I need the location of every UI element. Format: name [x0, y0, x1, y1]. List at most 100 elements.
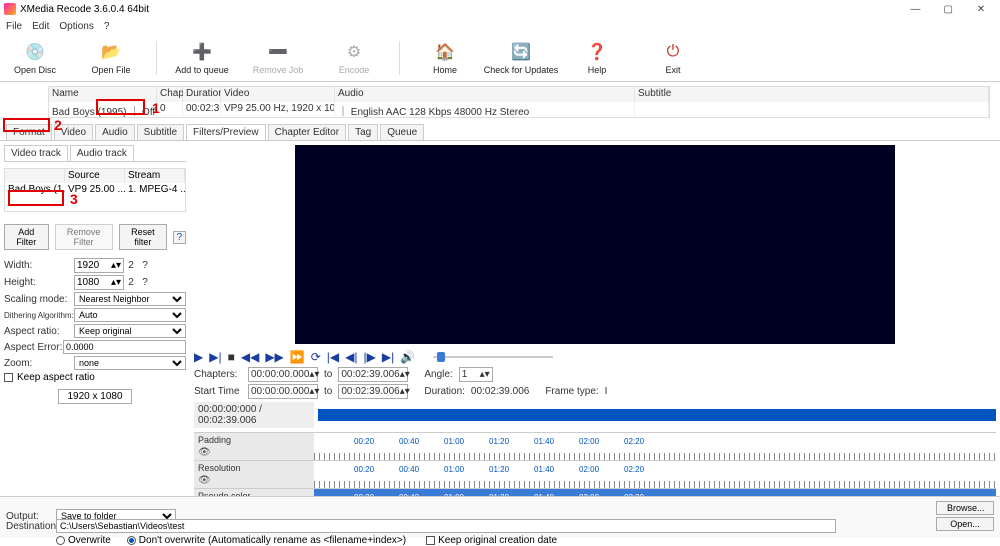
stop-icon[interactable]: ■ [228, 350, 235, 364]
height-input[interactable]: 1080▴▾ [74, 275, 124, 290]
tab-queue[interactable]: Queue [380, 124, 424, 140]
help-button[interactable]: ❓Help [566, 41, 628, 75]
video-preview[interactable] [295, 145, 895, 344]
power-icon: ⏻ [662, 41, 684, 63]
sub-tabs: Video track Audio track [4, 145, 186, 162]
scaling-select[interactable]: Nearest Neighbor [74, 292, 186, 306]
track-row[interactable]: Bad Boys (1... VP9 25.00 ... 1. MPEG-4 .… [5, 183, 185, 197]
refresh-icon: 🔄 [510, 41, 532, 63]
chapter-from[interactable]: 00:00:00.000▴▾ [248, 367, 318, 382]
window-title: XMedia Recode 3.6.0.4 64bit [20, 4, 149, 15]
overwrite-radio[interactable]: Overwrite [56, 535, 111, 546]
track-table: Source Stream Bad Boys (1... VP9 25.00 .… [4, 168, 186, 212]
mark-in-icon[interactable]: |◀ [327, 350, 339, 364]
mark-out-icon[interactable]: ▶| [382, 350, 394, 364]
main-tabs: Format Video Audio Subtitle Filters/Prev… [0, 122, 1000, 141]
titlebar: XMedia Recode 3.6.0.4 64bit — ▢ ✕ [0, 0, 1000, 18]
tab-chapter-editor[interactable]: Chapter Editor [268, 124, 346, 140]
dont-overwrite-radio[interactable]: Don't overwrite (Automatically rename as… [127, 535, 406, 546]
col-sub[interactable]: Subtitle [635, 87, 989, 102]
keep-aspect-checkbox[interactable] [4, 373, 13, 382]
time-bar[interactable]: 00:00:00:000 / 00:02:39.006 [194, 402, 996, 428]
left-pane: Video track Audio track Source Stream Ba… [0, 141, 190, 521]
remove-filter-button[interactable]: Remove Filter [55, 224, 113, 250]
tab-tag[interactable]: Tag [348, 124, 378, 140]
tab-format[interactable]: Format [6, 124, 52, 140]
menu-options[interactable]: Options [59, 21, 93, 32]
property-grid: Width:1920▴▾2? Height:1080▴▾2? Scaling m… [4, 258, 186, 404]
annot-num-2: 2 [54, 117, 62, 133]
playback-controls: ▶ ▶| ■ ◀◀ ▶▶ ⏩ ⟳ |◀ ◀| |▶ ▶| 🔊 [194, 348, 996, 366]
col-chap[interactable]: Chap. [157, 87, 183, 102]
col-audio[interactable]: Audio [335, 87, 635, 102]
minimize-icon[interactable]: — [900, 4, 930, 15]
menu-help[interactable]: ? [104, 21, 110, 32]
home-button[interactable]: 🏠Home [414, 41, 476, 75]
toolbar: 💿Open Disc 📂Open File ➕Add to queue ➖Rem… [0, 34, 1000, 82]
aspect-error-input[interactable] [63, 340, 186, 354]
volume-slider[interactable] [433, 351, 553, 363]
play-icon[interactable]: ▶ [194, 350, 203, 364]
keep-date-checkbox[interactable]: Keep original creation date [426, 535, 557, 546]
forward-icon[interactable]: ▶▶ [265, 350, 283, 364]
gear-icon: ⚙ [343, 41, 365, 63]
tl-track-padding[interactable]: Padding👁 [194, 433, 314, 461]
add-queue-button[interactable]: ➕Add to queue [171, 41, 233, 75]
close-icon[interactable]: ✕ [966, 4, 996, 15]
remove-job-button: ➖Remove Job [247, 41, 309, 75]
step-back-icon[interactable]: ◀| [345, 350, 357, 364]
annot-num-3: 3 [70, 191, 78, 207]
encode-button: ⚙Encode [323, 41, 385, 75]
tl-track-resolution[interactable]: Resolution👁 [194, 461, 314, 489]
help-icon-filters[interactable]: ? [173, 231, 186, 244]
open-button[interactable]: Open... [936, 517, 994, 531]
job-list: Name Chap. Duration Video Audio Subtitle… [48, 86, 990, 118]
subtab-video-track[interactable]: Video track [4, 145, 68, 161]
exit-button[interactable]: ⏻Exit [642, 41, 704, 75]
reset-filter-button[interactable]: Reset filter [119, 224, 167, 250]
tab-filters-preview[interactable]: Filters/Preview [186, 124, 266, 140]
menu-file[interactable]: File [6, 21, 22, 32]
destination-input[interactable] [56, 519, 836, 533]
help-icon: ❓ [586, 41, 608, 63]
rewind-icon[interactable]: ◀◀ [241, 350, 259, 364]
home-icon: 🏠 [434, 41, 456, 63]
menu-edit[interactable]: Edit [32, 21, 49, 32]
menubar: File Edit Options ? [0, 18, 1000, 34]
ruler-2[interactable]: 00:2000:4001:0001:2001:4002:0002:20 [314, 461, 996, 489]
step-fwd-icon[interactable]: |▶ [364, 350, 376, 364]
col-video[interactable]: Video [221, 87, 335, 102]
browse-button[interactable]: Browse... [936, 501, 994, 515]
width-input[interactable]: 1920▴▾ [74, 258, 124, 273]
ruler-1[interactable]: 00:2000:4001:0001:2001:4002:0002:20 [314, 433, 996, 461]
app-icon [4, 3, 16, 15]
start-time-from[interactable]: 00:00:00.000▴▾ [248, 384, 318, 399]
updates-button[interactable]: 🔄Check for Updates [490, 41, 552, 75]
zoom-select[interactable]: none [74, 356, 186, 370]
window-controls[interactable]: — ▢ ✕ [900, 4, 996, 15]
chapter-to[interactable]: 00:02:39.006▴▾ [338, 367, 408, 382]
fast-forward-icon[interactable]: ⏩ [290, 350, 305, 364]
angle-input[interactable]: 1▴▾ [459, 367, 493, 382]
job-row[interactable]: Bad Boys (1995) ｜ Official Trailer.mp4 0… [49, 102, 989, 117]
volume-icon[interactable]: 🔊 [400, 350, 415, 364]
output-dim-box: 1920 x 1080 [58, 389, 131, 404]
col-name[interactable]: Name [49, 87, 157, 102]
dither-select[interactable]: Auto [74, 308, 186, 322]
tab-subtitle[interactable]: Subtitle [137, 124, 184, 140]
tab-audio[interactable]: Audio [95, 124, 135, 140]
subtab-audio-track[interactable]: Audio track [70, 145, 134, 161]
open-disc-button[interactable]: 💿Open Disc [4, 41, 66, 75]
col-duration[interactable]: Duration [183, 87, 221, 102]
eye-icon[interactable]: 👁 [198, 447, 211, 458]
aspect-select[interactable]: Keep original [74, 324, 186, 338]
add-filter-button[interactable]: Add Filter [4, 224, 49, 250]
maximize-icon[interactable]: ▢ [933, 4, 963, 15]
right-pane: ▶ ▶| ■ ◀◀ ▶▶ ⏩ ⟳ |◀ ◀| |▶ ▶| 🔊 Chapters:… [190, 141, 1000, 521]
loop-icon[interactable]: ⟳ [311, 350, 321, 364]
start-time-to[interactable]: 00:02:39.006▴▾ [338, 384, 408, 399]
play-end-icon[interactable]: ▶| [209, 350, 221, 364]
eye-icon[interactable]: 👁 [198, 475, 211, 486]
open-file-button[interactable]: 📂Open File [80, 41, 142, 75]
disc-icon: 💿 [24, 41, 46, 63]
